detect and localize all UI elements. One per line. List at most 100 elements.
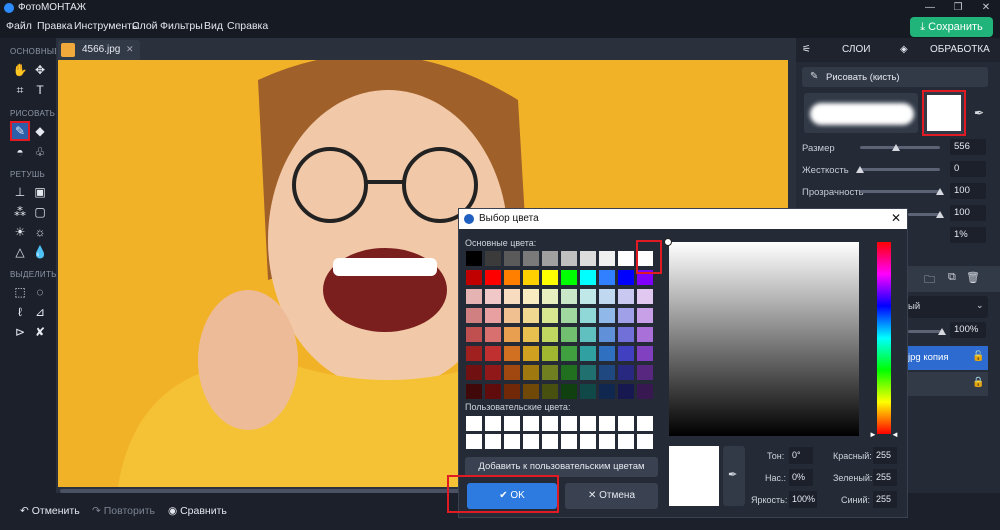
custom-color-swatch[interactable] bbox=[485, 434, 501, 449]
layer-row-background[interactable]: 🔒 bbox=[908, 372, 988, 396]
basic-color-swatch[interactable] bbox=[561, 384, 577, 399]
basic-color-swatch[interactable] bbox=[504, 289, 520, 304]
basic-color-swatch[interactable] bbox=[561, 289, 577, 304]
lighten-icon[interactable]: ☀ bbox=[12, 224, 28, 240]
brush-mode-button[interactable]: ✎ Рисовать (кисть) bbox=[802, 67, 988, 87]
brightness-field[interactable]: 100% bbox=[789, 491, 817, 508]
basic-color-swatch[interactable] bbox=[466, 365, 482, 380]
unlock-icon[interactable]: 🔓 bbox=[972, 351, 984, 362]
basic-color-swatch[interactable] bbox=[523, 289, 539, 304]
basic-color-swatch[interactable] bbox=[637, 289, 653, 304]
tab-close-icon[interactable]: ✕ bbox=[126, 44, 134, 55]
basic-color-swatch[interactable] bbox=[466, 289, 482, 304]
brush-icon[interactable]: ✎ bbox=[10, 121, 30, 141]
menu-layer[interactable]: Слой bbox=[132, 20, 158, 32]
basic-color-swatch[interactable] bbox=[504, 346, 520, 361]
layer-row-selected[interactable]: jpg копия 🔓 bbox=[908, 346, 988, 370]
basic-color-swatch[interactable] bbox=[618, 308, 634, 323]
basic-color-swatch[interactable] bbox=[599, 327, 615, 342]
basic-color-swatch[interactable] bbox=[618, 270, 634, 285]
basic-color-swatch[interactable] bbox=[485, 384, 501, 399]
undo-button[interactable]: ↶ Отменить bbox=[20, 505, 80, 517]
ellipse-select-icon[interactable]: ◌ bbox=[32, 284, 48, 300]
basic-color-swatch[interactable] bbox=[580, 346, 596, 361]
tab-layers[interactable]: СЛОИ bbox=[842, 44, 870, 55]
property4-value[interactable]: 100 bbox=[950, 205, 986, 221]
hardness-slider[interactable] bbox=[860, 168, 940, 171]
basic-color-swatch[interactable] bbox=[618, 251, 634, 266]
basic-color-swatch[interactable] bbox=[523, 327, 539, 342]
stamp-icon[interactable]: ⊥ bbox=[12, 184, 28, 200]
basic-color-swatch[interactable] bbox=[466, 327, 482, 342]
save-button[interactable]: ⤓ Сохранить bbox=[910, 17, 993, 37]
screen-picker-button[interactable]: ✒ bbox=[723, 446, 745, 506]
custom-color-swatch[interactable] bbox=[466, 434, 482, 449]
menu-tools[interactable]: Инструменты bbox=[74, 20, 139, 32]
basic-color-swatch[interactable] bbox=[523, 308, 539, 323]
custom-color-swatch[interactable] bbox=[542, 434, 558, 449]
custom-color-swatch[interactable] bbox=[599, 434, 615, 449]
hue-field[interactable]: 0° bbox=[789, 447, 813, 464]
redo-button[interactable]: ↷ Повторить bbox=[92, 505, 155, 517]
basic-color-swatch[interactable] bbox=[485, 365, 501, 380]
folder-icon[interactable]: 🗀 bbox=[924, 271, 935, 290]
rect-select-icon[interactable]: ⬚ bbox=[12, 284, 28, 300]
sliders-icon[interactable]: ⚟ bbox=[802, 44, 811, 55]
basic-color-swatch[interactable] bbox=[542, 251, 558, 266]
basic-color-swatch[interactable] bbox=[485, 346, 501, 361]
custom-color-swatch[interactable] bbox=[542, 416, 558, 431]
basic-color-swatch[interactable] bbox=[561, 308, 577, 323]
custom-color-swatch[interactable] bbox=[618, 434, 634, 449]
basic-color-swatch[interactable] bbox=[542, 384, 558, 399]
custom-color-swatch[interactable] bbox=[599, 416, 615, 431]
basic-color-swatch[interactable] bbox=[580, 289, 596, 304]
size-value[interactable]: 556 bbox=[950, 139, 986, 155]
hue-slider[interactable] bbox=[877, 242, 891, 434]
basic-color-swatch[interactable] bbox=[466, 346, 482, 361]
basic-color-swatch[interactable] bbox=[637, 365, 653, 380]
magnetic-lasso-icon[interactable]: ⊳ bbox=[12, 324, 28, 340]
basic-color-swatch[interactable] bbox=[485, 251, 501, 266]
basic-color-swatch[interactable] bbox=[466, 251, 482, 266]
basic-color-swatch[interactable] bbox=[580, 251, 596, 266]
cancel-button[interactable]: ✕ Отмена bbox=[565, 483, 658, 509]
custom-color-swatch[interactable] bbox=[485, 416, 501, 431]
hue-left-arrow-icon[interactable]: ► bbox=[869, 430, 877, 439]
basic-color-swatch[interactable] bbox=[561, 365, 577, 380]
basic-color-swatch[interactable] bbox=[618, 327, 634, 342]
crop-icon[interactable]: ⌗ bbox=[12, 82, 28, 98]
custom-color-swatch[interactable] bbox=[618, 416, 634, 431]
basic-color-swatch[interactable] bbox=[485, 327, 501, 342]
brush-color-swatch[interactable] bbox=[922, 90, 966, 136]
custom-color-swatch[interactable] bbox=[561, 434, 577, 449]
red-field[interactable]: 255 bbox=[873, 447, 897, 464]
basic-color-swatch[interactable] bbox=[599, 346, 615, 361]
saturation-field[interactable]: 0% bbox=[789, 469, 813, 486]
basic-color-swatch[interactable] bbox=[580, 327, 596, 342]
saturation-brightness-field[interactable] bbox=[669, 242, 859, 436]
basic-color-swatch[interactable] bbox=[580, 384, 596, 399]
shapes-icon[interactable]: ♧ bbox=[32, 144, 48, 160]
basic-color-swatch[interactable] bbox=[466, 308, 482, 323]
basic-color-swatch[interactable] bbox=[504, 365, 520, 380]
basic-color-swatch[interactable] bbox=[485, 289, 501, 304]
eraser-icon[interactable]: ◆ bbox=[32, 123, 48, 139]
basic-color-swatch[interactable] bbox=[637, 346, 653, 361]
basic-color-swatch[interactable] bbox=[561, 346, 577, 361]
hardness-value[interactable]: 0 bbox=[950, 161, 986, 177]
custom-color-swatch[interactable] bbox=[523, 434, 539, 449]
custom-color-swatch[interactable] bbox=[637, 416, 653, 431]
basic-color-swatch[interactable] bbox=[618, 384, 634, 399]
patch-icon[interactable]: ▣ bbox=[32, 184, 48, 200]
basic-color-swatch[interactable] bbox=[466, 384, 482, 399]
property4-slider-knob[interactable] bbox=[936, 211, 944, 218]
size-slider-knob[interactable] bbox=[892, 144, 900, 151]
basic-color-swatch[interactable] bbox=[561, 327, 577, 342]
basic-color-swatch[interactable] bbox=[523, 346, 539, 361]
lasso-icon[interactable]: ℓ bbox=[12, 304, 28, 320]
frame-icon[interactable]: ▢ bbox=[32, 204, 48, 220]
basic-color-swatch[interactable] bbox=[485, 270, 501, 285]
basic-color-swatch[interactable] bbox=[523, 384, 539, 399]
basic-color-swatch[interactable] bbox=[561, 251, 577, 266]
menu-filters[interactable]: Фильтры bbox=[160, 20, 203, 32]
